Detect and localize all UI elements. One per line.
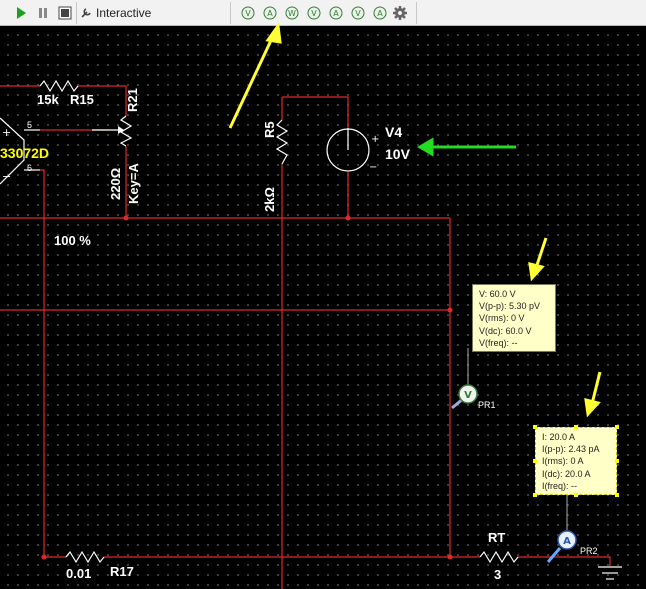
r15-value-label: 15k (37, 92, 59, 107)
resistor-r17-symbol (65, 550, 105, 564)
opamp-pin6-label: 6 (27, 163, 33, 173)
svg-text:−: − (2, 170, 11, 183)
resistor-r5-symbol (275, 119, 289, 165)
annotation-arrow-pr2 (584, 371, 602, 418)
opamp-pin5-label: 5 (27, 120, 33, 130)
resistor-r15-symbol (39, 79, 79, 93)
pr1-reading: V: 60.0 V (479, 289, 516, 299)
annotation-arrow-v4 (417, 137, 516, 157)
probe-pr2-readout[interactable]: I: 20.0 A I(p-p): 2.43 pA I(rms): 0 A I(… (535, 427, 617, 495)
pr2-reading: I(freq): -- (542, 480, 577, 491)
pr1-reading: V(freq): -- (479, 337, 518, 348)
voltage-source-v4-symbol: + − (326, 128, 379, 173)
opamp-part-label: 33072D (0, 145, 50, 161)
pr2-name-label: PR2 (580, 546, 598, 556)
current-probe-pr2[interactable]: A (546, 494, 577, 563)
r15-name-label: R15 (70, 92, 94, 107)
v4-value-label: 10V (385, 146, 410, 162)
svg-text:+: + (2, 126, 11, 139)
r21-key-label: Key=A (126, 163, 141, 204)
svg-text:+: + (371, 134, 379, 145)
pr1-name-label: PR1 (478, 400, 496, 410)
probe-pr1-readout: V: 60.0 V V(p-p): 5.30 pV V(rms): 0 V V(… (472, 284, 556, 352)
pr2-reading: I(dc): 20.0 A (542, 468, 591, 479)
r17-name-label: R17 (110, 564, 134, 579)
pr2-reading: I(p-p): 2.43 pA (542, 444, 600, 455)
svg-text:−: − (369, 162, 377, 173)
wire (40, 169, 45, 557)
annotation-arrow-toolbar (228, 22, 282, 129)
resistor-rt-symbol (479, 550, 519, 564)
r21-value-label: 220Ω (108, 167, 123, 200)
pr1-reading: V(p-p): 5.30 pV (479, 301, 541, 312)
r5-name-label: R5 (262, 121, 277, 138)
r17-value-label: 0.01 (66, 566, 92, 581)
pr2-reading: I: 20.0 A (542, 432, 576, 442)
rt-name-label: RT (488, 530, 506, 545)
pr1-reading: V(rms): 0 V (479, 313, 525, 324)
svg-text:V: V (464, 390, 472, 401)
pr1-reading: V(dc): 60.0 V (479, 325, 532, 336)
r21-name-label: R21 (125, 88, 140, 112)
rt-value-label: 3 (494, 567, 502, 582)
wire (518, 556, 611, 566)
r5-value-label: 2kΩ (262, 187, 277, 212)
r21-percent-label: 100 % (54, 233, 91, 248)
annotation-arrow-pr1 (528, 237, 548, 282)
ground-symbol (598, 566, 622, 580)
wire (282, 96, 349, 128)
pr2-reading: I(rms): 0 A (542, 456, 584, 467)
v4-name-label: V4 (385, 124, 403, 140)
voltage-probe-pr1[interactable]: V (451, 348, 478, 410)
svg-text:A: A (563, 536, 571, 547)
